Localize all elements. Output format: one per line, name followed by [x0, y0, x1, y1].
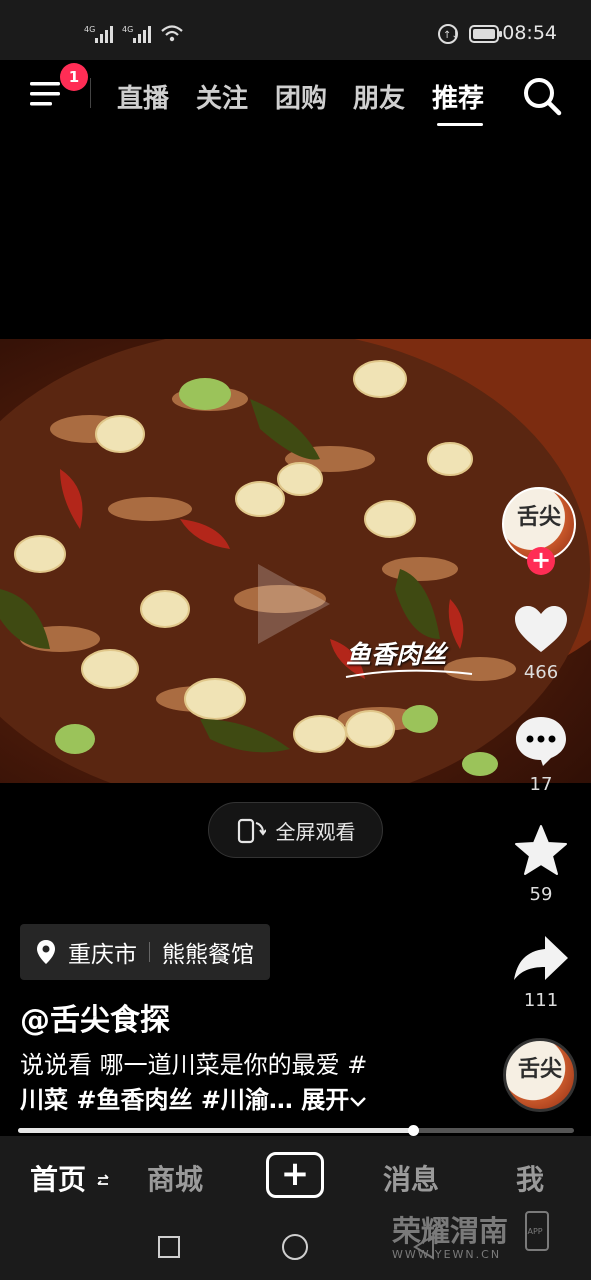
expand-button[interactable]: 展开: [301, 1086, 367, 1114]
caption-line-1: 说说看 哪一道川菜是你的最爱 #: [20, 1051, 368, 1079]
status-time: 08:54: [502, 22, 557, 44]
rotate-screen-icon: [237, 818, 266, 844]
tab-group-buy[interactable]: 团购: [275, 78, 327, 115]
watermark: 荣耀渭南 WWW.YEWN.CN: [392, 1208, 508, 1261]
caption-line-2: 川菜 #鱼香肉丝 #川渝… 展开: [20, 1080, 367, 1115]
signal-icon: 4G: [122, 25, 151, 43]
share-count: 111: [523, 990, 559, 1011]
watermark-app-label: APP: [528, 1227, 543, 1236]
music-disc-logo-text: 舌尖: [517, 1056, 562, 1082]
follow-button[interactable]: +: [527, 547, 555, 575]
svg-text:4G: 4G: [122, 25, 133, 34]
tab-friends[interactable]: 朋友: [353, 78, 405, 115]
wifi-icon: [161, 25, 183, 42]
nav-messages[interactable]: 消息: [383, 1158, 439, 1198]
location-place: 熊熊餐馆: [162, 942, 254, 968]
heart-icon: [515, 606, 567, 652]
svg-text:↑↓: ↑↓: [443, 30, 459, 41]
signal-icon: 4G: [84, 25, 113, 43]
watermark-brand: 荣耀渭南: [392, 1214, 509, 1248]
expand-label: 展开: [301, 1086, 350, 1114]
nav-me[interactable]: 我: [516, 1158, 544, 1198]
swap-icon: [97, 1174, 109, 1185]
tab-live[interactable]: 直播: [117, 78, 169, 115]
caption-hashtags[interactable]: 川菜 #鱼香肉丝 #川渝…: [20, 1086, 293, 1114]
video-overlay-title: 鱼香肉丝: [346, 640, 447, 669]
author-name[interactable]: @舌尖食探: [20, 995, 170, 1039]
app-phone-icon: APP: [525, 1211, 549, 1251]
status-bar: 4G 4G ↑↓ 08:54: [0, 0, 591, 60]
notification-badge: 1: [60, 63, 88, 91]
status-right-icons: ↑↓: [437, 23, 503, 45]
active-tab-indicator: [437, 123, 483, 126]
data-saver-icon: ↑↓: [438, 24, 459, 44]
avatar-logo-text: 舌尖: [516, 504, 561, 530]
plus-icon: +: [280, 1154, 310, 1194]
comment-count: 17: [529, 774, 553, 795]
create-button[interactable]: +: [266, 1152, 324, 1198]
location-pin-icon: [37, 940, 55, 964]
bottom-nav: 首页 商城 + 消息 我: [0, 1136, 591, 1216]
favorite-button[interactable]: 59: [506, 824, 576, 905]
nav-divider: [90, 78, 91, 108]
star-icon: [515, 825, 567, 875]
favorite-count: 59: [529, 884, 553, 905]
tab-following[interactable]: 关注: [196, 78, 248, 115]
comment-icon: [516, 717, 566, 766]
progress-handle[interactable]: [407, 1125, 419, 1136]
music-disc-avatar[interactable]: 舌尖: [503, 1038, 577, 1112]
like-button[interactable]: 466: [506, 604, 576, 683]
search-button[interactable]: [520, 74, 564, 118]
like-count: 466: [523, 662, 559, 683]
comment-button[interactable]: 17: [506, 714, 576, 795]
search-icon: [524, 78, 562, 116]
fullscreen-label: 全屏观看: [275, 819, 356, 844]
menu-icon: [30, 82, 60, 106]
play-icon[interactable]: [248, 554, 338, 654]
nav-home[interactable]: 首页: [30, 1158, 110, 1198]
nav-home-label: 首页: [30, 1163, 87, 1196]
video-player[interactable]: 鱼香肉丝: [0, 339, 591, 783]
fullscreen-button[interactable]: 全屏观看: [208, 802, 383, 858]
svg-text:4G: 4G: [84, 25, 95, 34]
location-chip[interactable]: 重庆市 熊熊餐馆: [20, 924, 270, 980]
nav-mall[interactable]: 商城: [147, 1158, 203, 1198]
battery-icon: [469, 25, 502, 43]
progress-fill: [18, 1128, 413, 1133]
home-circle-icon[interactable]: [281, 1233, 309, 1261]
recents-square-icon[interactable]: [157, 1235, 181, 1259]
share-button[interactable]: 111: [506, 934, 576, 1011]
top-nav: 1 直播 关注 团购 朋友 推荐: [0, 60, 591, 130]
location-separator: [149, 942, 150, 962]
video-progress-bar[interactable]: [18, 1125, 574, 1136]
watermark-url: WWW.YEWN.CN: [392, 1248, 502, 1261]
tab-recommend[interactable]: 推荐: [432, 78, 484, 115]
signal-group: 4G 4G: [84, 24, 184, 44]
location-city: 重庆市: [68, 942, 137, 968]
chevron-down-icon: [350, 1097, 367, 1107]
share-arrow-icon: [514, 936, 568, 980]
title-swash: [345, 669, 473, 678]
